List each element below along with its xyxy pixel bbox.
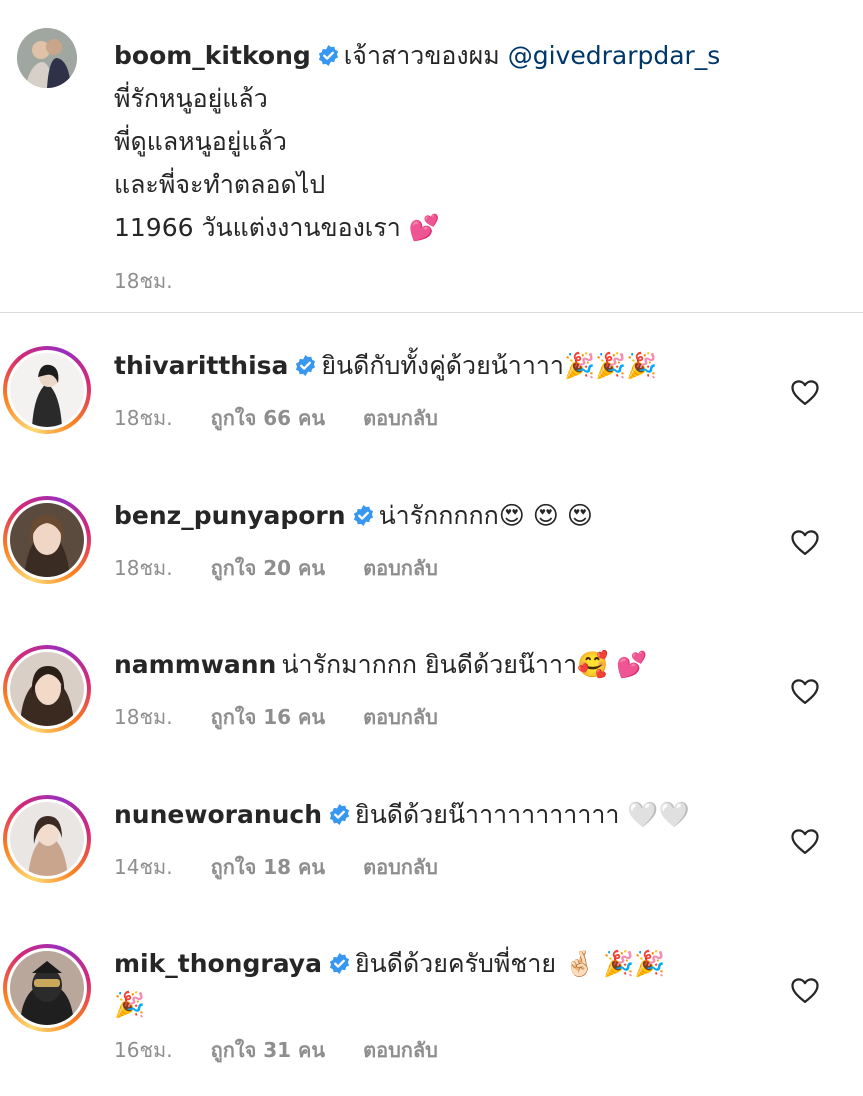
caption-avatar[interactable] [17, 28, 77, 88]
comment-avatar[interactable] [3, 496, 91, 584]
caption-mention[interactable]: @givedrarpdar_s [508, 41, 721, 70]
divider [0, 312, 863, 313]
comment-avatar[interactable] [3, 645, 91, 733]
verified-badge-icon [296, 354, 316, 377]
caption-username[interactable]: boom_kitkong [114, 41, 311, 70]
reply-button[interactable]: ตอบกลับ [363, 1038, 438, 1062]
heart-outline-icon[interactable] [790, 827, 820, 855]
verified-badge-icon [329, 803, 350, 826]
comment-item: nammwann น่ารักมากกก ยินดีด้วยน๊าาา🥰 💕 1… [0, 645, 863, 745]
comment-avatar[interactable] [3, 795, 91, 883]
comment-time: 18ชม. [114, 406, 173, 430]
reply-button[interactable]: ตอบกลับ [363, 556, 438, 580]
comment-username[interactable]: benz_punyaporn [114, 501, 346, 530]
reply-button[interactable]: ตอบกลับ [363, 406, 438, 430]
comment-likes[interactable]: ถูกใจ 16 คน [211, 705, 326, 729]
comment-item: mik_thongraya ยินดีด้วยครับพี่ชาย 🤞🏻 🎉🎉 🎉… [0, 944, 863, 1074]
comment-username[interactable]: nuneworanuch [114, 800, 322, 829]
comment-likes[interactable]: ถูกใจ 66 คน [211, 406, 326, 430]
comment-username[interactable]: nammwann [114, 650, 276, 679]
verified-badge-icon [353, 504, 373, 527]
comment-text: ยินดีด้วยน๊าาาาาาาาาาา 🤍🤍 [355, 800, 690, 829]
comment-time: 14ชม. [114, 855, 173, 879]
comment-likes[interactable]: ถูกใจ 31 คน [211, 1038, 326, 1062]
caption-time: 18ชม. [114, 269, 173, 293]
verified-badge-icon [329, 952, 350, 975]
verified-badge-icon [318, 44, 338, 67]
caption-line: และพี่จะทำตลอดไป [114, 170, 326, 199]
comment-text: น่ารักมากกก ยินดีด้วยน๊าาา🥰 💕 [281, 650, 648, 679]
reply-button[interactable]: ตอบกลับ [363, 855, 438, 879]
heart-outline-icon[interactable] [790, 677, 820, 705]
comment-avatar[interactable] [3, 944, 91, 1032]
post-caption: boom_kitkong เจ้าสาวของผม @givedrarpdar_s… [0, 0, 863, 312]
caption-line: พี่รักหนูอยู่แล้ว [114, 84, 268, 113]
comment-avatar[interactable] [3, 346, 91, 434]
comment-item: thivaritthisa ยินดีกับทั้งคู่ด้วยน้าาาา🎉🎉… [0, 346, 863, 446]
comment-likes[interactable]: ถูกใจ 20 คน [211, 556, 326, 580]
heart-outline-icon[interactable] [790, 976, 820, 1004]
heart-outline-icon[interactable] [790, 528, 820, 556]
comment-item: nuneworanuch ยินดีด้วยน๊าาาาาาาาาาา 🤍🤍 14… [0, 795, 863, 895]
caption-text-head: เจ้าสาวของผม [343, 41, 500, 70]
caption-line: 11966 วันแต่งงานของเรา 💕 [114, 213, 440, 242]
comment-time: 18ชม. [114, 556, 173, 580]
comment-time: 18ชม. [114, 705, 173, 729]
comment-text: ยินดีกับทั้งคู่ด้วยน้าาาา🎉🎉🎉 [321, 351, 658, 380]
comment-username[interactable]: mik_thongraya [114, 949, 322, 978]
comment-item: benz_punyaporn น่ารักกกกก😍 😍 😍 18ชม. ถูกใจ… [0, 496, 863, 596]
comment-time: 16ชม. [114, 1038, 173, 1062]
comment-text: ยินดีด้วยครับพี่ชาย 🤞🏻 🎉🎉 [354, 949, 666, 978]
caption-line: พี่ดูแลหนูอยู่แล้ว [114, 127, 287, 156]
comment-text-line2: 🎉 [114, 990, 146, 1019]
comment-likes[interactable]: ถูกใจ 18 คน [211, 855, 326, 879]
comment-username[interactable]: thivaritthisa [114, 351, 288, 380]
heart-outline-icon[interactable] [790, 378, 820, 406]
comment-text: น่ารักกกกก😍 😍 😍 [378, 501, 593, 530]
reply-button[interactable]: ตอบกลับ [363, 705, 438, 729]
